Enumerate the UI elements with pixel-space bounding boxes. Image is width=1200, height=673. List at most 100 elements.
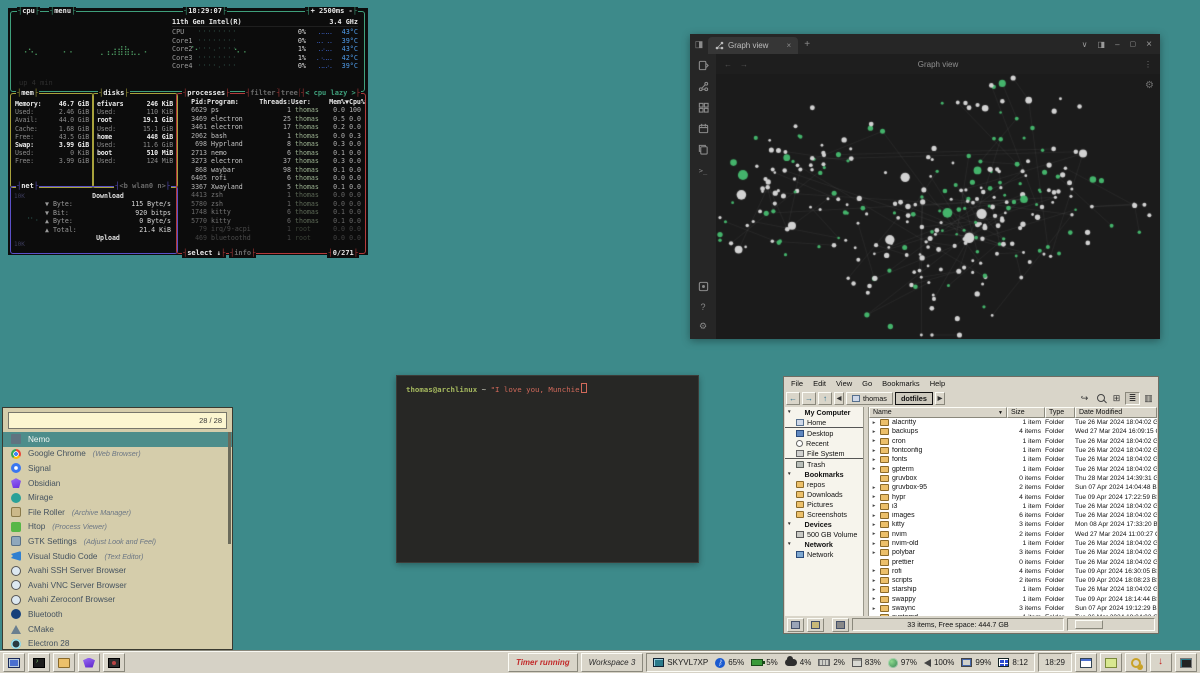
- expander-icon[interactable]: ▸: [871, 513, 877, 519]
- quick-launch-button[interactable]: [3, 653, 25, 672]
- new-tab-icon[interactable]: +: [798, 39, 816, 50]
- file-row[interactable]: ▸ fonts 1 item Folder Tue 26 Mar 2024 18…: [869, 455, 1157, 464]
- sidebar-toggle-icon[interactable]: ◨: [690, 39, 708, 50]
- expander-icon[interactable]: ▸: [871, 541, 877, 547]
- tray-app-button[interactable]: [1150, 653, 1172, 672]
- clock[interactable]: 18:29: [1038, 653, 1072, 672]
- app-list-item[interactable]: Avahi Zeroconf Browser: [3, 593, 232, 608]
- rofi-scrollbar[interactable]: [228, 432, 231, 544]
- app-list-item[interactable]: Electron 28: [3, 636, 232, 651]
- tray-app-button[interactable]: [1125, 653, 1147, 672]
- process-row[interactable]: 3469 electron 25 thomas 0.5 0.0: [177, 115, 365, 124]
- sidebar-item[interactable]: Network: [785, 549, 863, 559]
- menu-item[interactable]: View: [832, 379, 856, 388]
- col-cpu[interactable]: ▼Cpu%: [345, 98, 365, 106]
- menu-item[interactable]: Go: [858, 379, 876, 388]
- file-row[interactable]: ▸ starship 1 item Folder Tue 26 Mar 2024…: [869, 585, 1157, 594]
- show-hidden-toggle-icon[interactable]: [832, 618, 849, 632]
- file-row[interactable]: gruvbox 0 items Folder Thu 28 Mar 2024 1…: [869, 474, 1157, 483]
- path-scroll-left-button[interactable]: ◀: [834, 392, 844, 405]
- sidebar-item[interactable]: Downloads: [785, 489, 863, 499]
- expander-icon[interactable]: ▸: [871, 615, 877, 616]
- expander-icon[interactable]: ▸: [871, 578, 877, 584]
- tray-item[interactable]: 8:12: [998, 658, 1028, 667]
- file-row[interactable]: ▸ alacritty 1 item Folder Tue 26 Mar 202…: [869, 418, 1157, 427]
- col-mem[interactable]: Mem%: [325, 98, 345, 106]
- expander-icon[interactable]: ▸: [871, 429, 877, 435]
- process-row[interactable]: 6405 rofi 6 thomas 0.0 0.0: [177, 174, 365, 183]
- tab-close-icon[interactable]: ×: [786, 41, 791, 50]
- expander-icon[interactable]: ▸: [871, 503, 877, 509]
- canvas-icon[interactable]: [697, 102, 709, 114]
- proc-title[interactable]: processes: [182, 89, 230, 98]
- tray-item[interactable]: 5%: [751, 658, 778, 667]
- sidebar-item[interactable]: Trash: [785, 459, 863, 469]
- graph-view-icon[interactable]: [697, 81, 709, 93]
- app-list-item[interactable]: Avahi VNC Server Browser: [3, 578, 232, 593]
- menu-item[interactable]: Help: [926, 379, 949, 388]
- horizontal-scrollbar[interactable]: [1067, 618, 1155, 631]
- proc-sort-mode[interactable]: < cpu lazy >: [300, 89, 361, 98]
- file-row[interactable]: ▸ systemd 1 item Folder Tue 26 Mar 2024 …: [869, 613, 1157, 616]
- file-row[interactable]: ▸ nvim-old 1 item Folder Tue 26 Mar 2024…: [869, 539, 1157, 548]
- app-list-item[interactable]: Htop (Process Viewer): [3, 520, 232, 535]
- process-row[interactable]: 3273 electron 37 thomas 0.3 0.0: [177, 157, 365, 166]
- minimize-icon[interactable]: –: [1115, 40, 1119, 49]
- expander-icon[interactable]: ▸: [871, 550, 877, 556]
- app-list-item[interactable]: Obsidian: [3, 476, 232, 491]
- app-list-item[interactable]: Signal: [3, 461, 232, 476]
- expander-icon[interactable]: ▸: [871, 438, 877, 444]
- app-list-item[interactable]: Bluetooth: [3, 607, 232, 622]
- dual-pane-icon[interactable]: ▥: [1141, 392, 1156, 405]
- column-date[interactable]: Date Modified: [1075, 407, 1157, 418]
- breadcrumb-home[interactable]: thomas: [846, 392, 893, 405]
- vault-switcher-icon[interactable]: [697, 281, 709, 293]
- expander-icon[interactable]: ▸: [871, 587, 877, 593]
- column-size[interactable]: Size: [1007, 407, 1045, 418]
- workspace-indicator[interactable]: Workspace 3: [581, 653, 644, 672]
- expander-icon[interactable]: ▸: [871, 420, 877, 426]
- sidebar-item[interactable]: 500 GB Volume: [785, 529, 863, 539]
- more-options-icon[interactable]: ⋮: [1144, 60, 1160, 69]
- terminal-icon[interactable]: >_: [697, 165, 709, 177]
- file-row[interactable]: ▸ rofi 4 items Folder Tue 09 Apr 2024 16…: [869, 567, 1157, 576]
- process-row[interactable]: 3367 Xwayland 5 thomas 0.1 0.0: [177, 183, 365, 192]
- help-icon[interactable]: ?: [697, 301, 709, 313]
- file-row[interactable]: ▸ swaync 3 items Folder Sun 07 Apr 2024 …: [869, 604, 1157, 613]
- jump-icon[interactable]: ↪: [1077, 392, 1092, 405]
- expander-icon[interactable]: ▸: [871, 494, 877, 500]
- process-row[interactable]: 2713 nemo 6 thomas 0.1 0.0: [177, 149, 365, 158]
- proc-footer-select[interactable]: select ↓: [182, 249, 226, 258]
- app-list-item[interactable]: GTK Settings (Adjust Look and Feel): [3, 534, 232, 549]
- expander-icon[interactable]: ▸: [871, 457, 877, 463]
- btop-tab-menu[interactable]: menu: [49, 7, 76, 16]
- tray-item[interactable]: SKYVL7XP: [653, 658, 708, 667]
- quick-switcher-icon[interactable]: [697, 60, 709, 72]
- graph-settings-icon[interactable]: ⚙: [1145, 80, 1154, 91]
- tab-graph-view[interactable]: Graph view ×: [708, 37, 798, 54]
- btop-tab-cpu[interactable]: cpu: [17, 7, 40, 16]
- tray-item[interactable]: 83%: [852, 658, 881, 667]
- clipboard-icon[interactable]: [697, 144, 709, 156]
- forward-icon[interactable]: →: [740, 60, 748, 69]
- net-iface[interactable]: <b wlan0 n>: [114, 182, 171, 191]
- file-row[interactable]: ▸ hypr 4 items Folder Tue 09 Apr 2024 17…: [869, 492, 1157, 501]
- file-row[interactable]: ▸ backups 4 items Folder Wed 27 Mar 2024…: [869, 427, 1157, 436]
- quick-launch-button[interactable]: [28, 653, 50, 672]
- file-row[interactable]: ▸ kitty 3 items Folder Mon 08 Apr 2024 1…: [869, 520, 1157, 529]
- settings-gear-icon[interactable]: ⚙: [697, 321, 709, 333]
- btop-interval[interactable]: + 2500ms -: [305, 7, 358, 16]
- col-pid[interactable]: Pid:: [181, 98, 207, 106]
- menu-item[interactable]: Edit: [809, 379, 830, 388]
- expander-icon[interactable]: ▸: [871, 522, 877, 528]
- tray-item[interactable]: 2%: [818, 658, 845, 667]
- path-scroll-right-button[interactable]: ▶: [935, 392, 945, 405]
- file-row[interactable]: ▸ images 6 items Folder Tue 26 Mar 2024 …: [869, 511, 1157, 520]
- expander-icon[interactable]: ▸: [871, 596, 877, 602]
- back-button[interactable]: ←: [786, 392, 800, 405]
- process-row[interactable]: 79 irq/9-acpi 1 root 0.0 0.0: [177, 225, 365, 234]
- icon-view-icon[interactable]: ⊞: [1109, 392, 1124, 405]
- search-input[interactable]: [9, 412, 199, 429]
- breadcrumb-current[interactable]: dotfiles: [895, 392, 933, 405]
- sidebar-item[interactable]: Pictures: [785, 499, 863, 509]
